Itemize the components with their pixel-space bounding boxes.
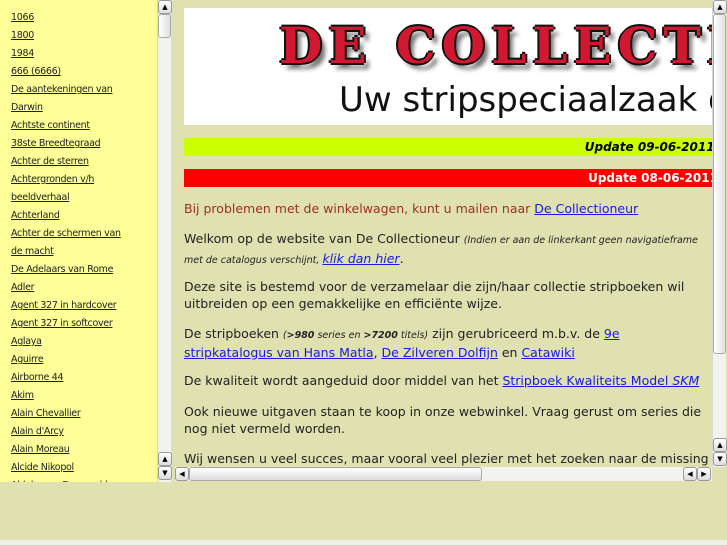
catalog-link[interactable]: Airborne 44 (11, 369, 129, 387)
scroll-right-button[interactable]: ▶ (697, 467, 711, 481)
catalog-link[interactable]: Alcide Nikopol (11, 459, 129, 477)
catalog-link[interactable]: Alain d'Arcy (11, 423, 129, 441)
scroll-thumb[interactable] (158, 14, 171, 38)
problem-paragraph: Bij problemen met de winkelwagen, kunt u… (184, 201, 639, 216)
catalog-link[interactable]: 1800 (11, 27, 129, 45)
main-frame: DE COLLECTIONEUR Uw stripspeciaalzaak on… (175, 0, 712, 467)
catalog-scrollbar[interactable]: ▲ ▲ ▼ (157, 0, 172, 482)
click-here-link[interactable]: klik dan hier (322, 251, 399, 266)
welcome-paragraph: Welkom op de website van De Collectioneu… (184, 231, 698, 266)
catalog-link[interactable]: 38ste Breedtegraad (11, 135, 129, 153)
catalog-link[interactable]: Agent 327 in hardcover (11, 297, 129, 315)
catalog-link[interactable]: 1066 (11, 9, 129, 27)
skm-link[interactable]: Stripboek Kwaliteits Model SKM (502, 373, 699, 388)
catalog-link[interactable]: Alain Moreau (11, 441, 129, 459)
scroll-up-button[interactable]: ▲ (158, 0, 172, 14)
mail-link[interactable]: De Collectioneur (534, 201, 638, 216)
site-banner: DE COLLECTIONEUR Uw stripspeciaalzaak on… (184, 8, 712, 125)
dolfijn-link[interactable]: De Zilveren Dolfijn (382, 345, 498, 360)
catalog-link[interactable]: 666 (6666) (11, 63, 129, 81)
catalog-link[interactable]: 1984 (11, 45, 129, 63)
catalog-link[interactable]: Aguirre (11, 351, 129, 369)
catalog-paragraph: De stripboeken (>980 series en >7200 tit… (184, 326, 620, 360)
catalog-frame: 1066 1800 1984 666 (6666) De aantekeningen v… (0, 0, 157, 482)
catalog-link[interactable]: Achtste continent (11, 117, 129, 135)
scroll-up-button[interactable]: ▲ (713, 438, 727, 452)
catalog-link[interactable]: De aantekeningen van Darwin (11, 81, 129, 117)
catalog-link[interactable]: Aglaya (11, 333, 129, 351)
scroll-left-button[interactable]: ◀ (175, 467, 189, 481)
scroll-up-button[interactable]: ▲ (713, 0, 727, 14)
scroll-thumb[interactable] (713, 14, 726, 354)
scroll-down-button[interactable]: ▼ (713, 452, 727, 466)
catawiki-link[interactable]: Catawiki (521, 345, 574, 360)
scroll-up-button[interactable]: ▲ (158, 452, 172, 466)
catalog-link[interactable]: Agent 327 in softcover (11, 315, 129, 333)
scroll-left-button[interactable]: ◀ (683, 467, 697, 481)
catalog-link[interactable]: Achter de schermen van de macht (11, 225, 129, 261)
site-logo: DE COLLECTIONEUR (279, 16, 712, 75)
catalog-link[interactable]: Akim (11, 387, 129, 405)
new-items-paragraph: Ook nieuwe uitgaven staan te koop in onz… (184, 404, 702, 436)
catalog-link[interactable]: De Adelaars van Rome (11, 261, 129, 279)
main-vertical-scrollbar[interactable]: ▲ ▲ ▼ (712, 0, 727, 467)
wish-paragraph: Wij wensen u veel succes, maar vooral ve… (184, 451, 712, 466)
purpose-paragraph: Deze site is bestemd voor de verzamelaar… (184, 279, 685, 311)
update-ticker-1: Update 09-06-2011 *** Straat (184, 138, 712, 156)
scroll-down-button[interactable]: ▼ (158, 466, 172, 480)
status-strip (0, 540, 727, 545)
update-ticker-2: Update 08-06-2011 *** Druur (184, 169, 712, 187)
catalog-link[interactable]: Achtergronden v/h beeldverhaal (11, 171, 129, 207)
catalog-link[interactable]: Achter de sterren (11, 153, 129, 171)
catalog-link[interactable]: Adler (11, 279, 129, 297)
catalog-link[interactable]: Aldebaran. De werelden (11, 477, 129, 482)
quality-paragraph: De kwaliteit wordt aangeduid door middel… (184, 373, 700, 388)
catalog-link[interactable]: Achterland (11, 207, 129, 225)
main-horizontal-scrollbar[interactable]: ◀ ◀ ▶ (175, 467, 712, 481)
site-slogan: Uw stripspeciaalzaak online (339, 80, 712, 120)
catalog-link[interactable]: Alain Chevallier (11, 405, 129, 423)
scroll-thumb[interactable] (189, 467, 482, 481)
